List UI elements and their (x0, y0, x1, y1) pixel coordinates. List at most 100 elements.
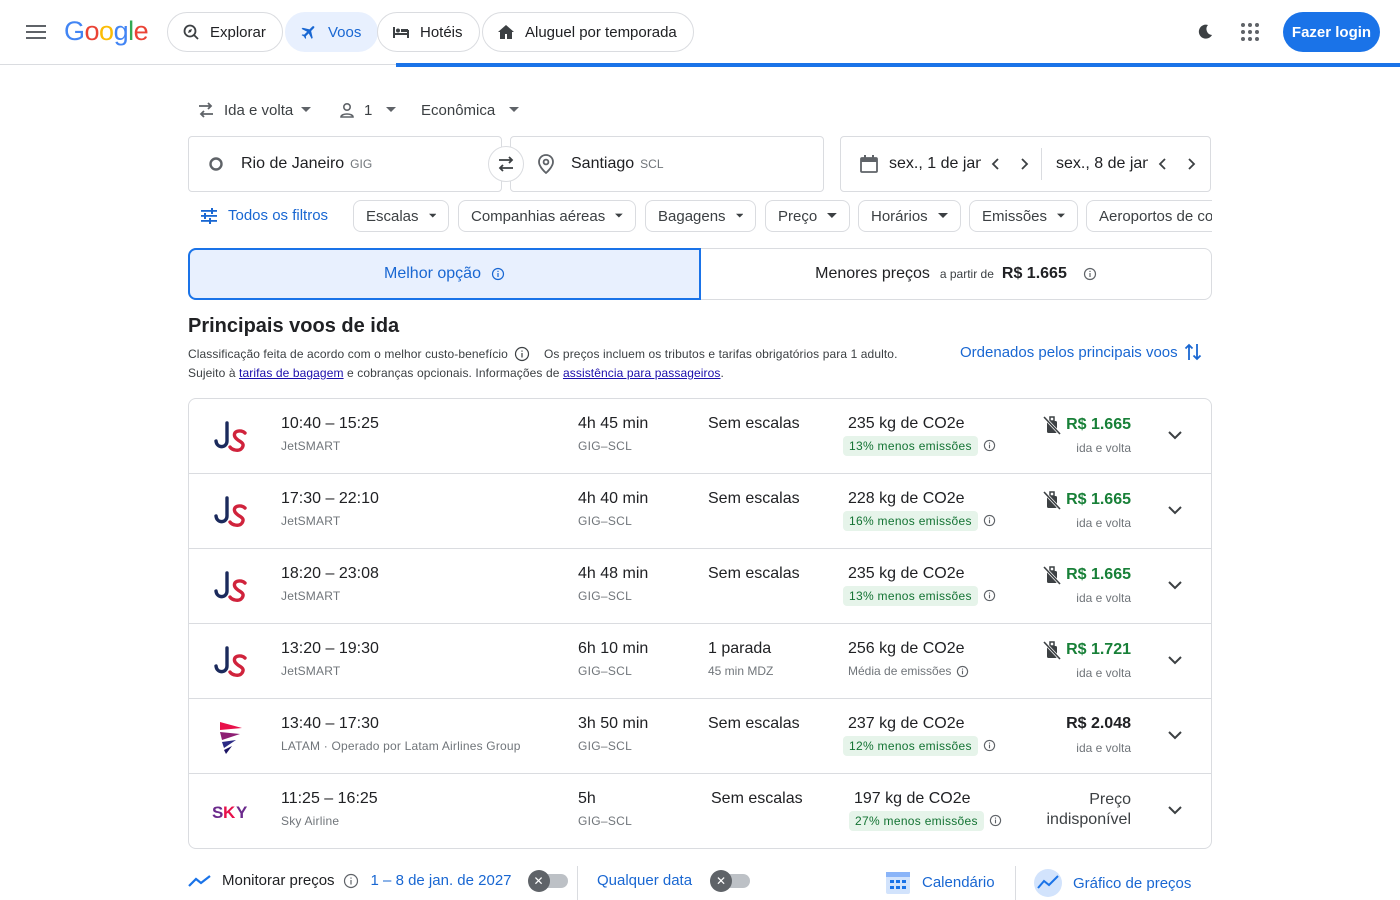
co2-emissions: 256 kg de CO2e (848, 640, 965, 657)
info-icon[interactable] (1083, 267, 1097, 281)
baggage-fees-link[interactable]: tarifas de bagagem (239, 366, 344, 380)
expand-chevron-icon[interactable] (1165, 425, 1185, 445)
sort-button[interactable]: Ordenados pelos principais voos (960, 342, 1202, 362)
flight-row[interactable]: 13:20 – 19:30 JetSMART 6h 10 min GIG–SCL 1 p… (189, 624, 1211, 699)
flight-duration: 4h 40 min (578, 490, 649, 507)
flight-price: R$ 1.665 (1066, 491, 1131, 508)
filter-emissions-label: Emissões (982, 207, 1048, 225)
filter-stops[interactable]: Escalas (353, 200, 449, 232)
depart-next-icon[interactable] (1019, 157, 1029, 171)
trip-type-select[interactable]: Ida e volta (196, 100, 312, 120)
nav-hotels[interactable]: Hotéis (377, 12, 480, 52)
ranking-note: Classificação feita de acordo com o melh… (188, 346, 898, 362)
dropdown-arrow-icon (735, 213, 743, 218)
dropdown-arrow-icon (937, 213, 948, 218)
price-trip-type: ida e volta (1076, 591, 1131, 605)
any-date-toggle[interactable]: ✕ (710, 869, 751, 892)
nav-vacation-rentals[interactable]: Aluguel por temporada (482, 12, 694, 52)
dark-theme-icon[interactable] (1195, 22, 1215, 42)
cabin-class-select[interactable]: Econômica (421, 100, 520, 120)
dates-field[interactable]: sex., 1 de jan sex., 8 de jan (840, 136, 1211, 192)
info-icon[interactable] (956, 665, 969, 678)
all-filters-button[interactable]: Todos os filtros (200, 207, 328, 224)
flight-price: R$ 1.721 (1066, 641, 1131, 658)
expand-chevron-icon[interactable] (1165, 800, 1185, 820)
logo-letter: o (99, 16, 114, 46)
flight-duration: 4h 48 min (578, 565, 649, 582)
filter-airlines[interactable]: Companhias aéreas (458, 200, 636, 232)
origin-city: Rio de Janeiro (241, 155, 345, 172)
login-button[interactable]: Fazer login (1283, 12, 1380, 52)
info-icon[interactable] (983, 439, 996, 452)
destination-field[interactable]: Santiago SCL (510, 136, 824, 192)
expand-chevron-icon[interactable] (1165, 650, 1185, 670)
jetsmart-logo (211, 567, 251, 607)
flight-price-group: R$ 1.665 (1042, 490, 1131, 510)
info-icon[interactable] (343, 873, 359, 889)
all-filters-label: Todos os filtros (228, 207, 329, 224)
tab-best-label: Melhor opção (384, 265, 481, 282)
depart-date[interactable]: sex., 1 de jan (889, 155, 981, 173)
passengers-select[interactable]: 1 (338, 100, 397, 120)
filter-price[interactable]: Preço (765, 200, 850, 232)
airline-name: JetSMART (281, 664, 341, 678)
tab-best-option[interactable]: Melhor opção (188, 248, 701, 300)
passengers-value: 1 (364, 101, 373, 119)
sky-logo: SKY (211, 792, 251, 832)
dropdown-arrow-icon (509, 107, 520, 112)
nav-vacation-rentals-label: Aluguel por temporada (525, 23, 677, 41)
return-next-icon[interactable] (1186, 157, 1196, 171)
info-icon[interactable] (983, 589, 996, 602)
flight-row[interactable]: S K Y 11:25 – 16:25 Sky Airline 5h GIG–SCL Sem … (189, 774, 1211, 848)
tab-cheapest-price: R$ 1.665 (1001, 265, 1067, 282)
filter-airports[interactable]: Aeroportos de co (1086, 200, 1212, 232)
expand-chevron-icon[interactable] (1165, 575, 1185, 595)
google-logo[interactable]: Google (64, 16, 149, 47)
apps-grid-icon[interactable] (1240, 22, 1260, 42)
house-icon (498, 25, 514, 39)
info-icon[interactable] (983, 739, 996, 752)
flight-row[interactable]: 17:30 – 22:10 JetSMART 4h 40 min GIG–SCL Sem… (189, 474, 1211, 549)
swap-button[interactable] (488, 146, 524, 182)
trending-icon (188, 874, 211, 887)
jetsmart-logo (211, 642, 251, 682)
airline-name: JetSMART (281, 439, 341, 453)
baggage-note: Sujeito à tarifas de bagagem e cobranças… (188, 366, 724, 380)
tab-cheapest[interactable]: Menores preços a partir de R$ 1.665 (701, 249, 1211, 299)
logo-letter: e (133, 16, 149, 46)
info-icon[interactable] (491, 267, 505, 281)
expand-chevron-icon[interactable] (1165, 725, 1185, 745)
filter-bags[interactable]: Bagagens (645, 200, 756, 232)
calendar-button[interactable]: Calendário (884, 868, 995, 896)
flight-stops: Sem escalas (708, 415, 800, 432)
round-trip-icon (199, 102, 213, 118)
origin-field[interactable]: Rio de Janeiro GIG (188, 136, 502, 192)
emissions-badge: 16% menos emissões (843, 511, 978, 531)
info-icon[interactable] (989, 814, 1002, 827)
flight-route: GIG–SCL (578, 664, 633, 678)
price-graph-label: Gráfico de preços (1073, 874, 1192, 892)
flight-row[interactable]: 10:40 – 15:25 JetSMART 4h 45 min GIG–SCL Sem… (189, 399, 1211, 474)
expand-chevron-icon[interactable] (1165, 500, 1185, 520)
filter-times[interactable]: Horários (858, 200, 961, 232)
return-date[interactable]: sex., 8 de jan (1056, 155, 1148, 173)
track-dates-toggle[interactable]: ✕ (527, 869, 568, 892)
flight-row[interactable]: 18:20 – 23:08 JetSMART 4h 48 min GIG–SCL Sem… (189, 549, 1211, 624)
info-icon[interactable] (514, 346, 530, 362)
price-graph-button[interactable]: Gráfico de preços (1033, 868, 1191, 898)
price-graph-icon (1034, 869, 1062, 897)
svg-text:K: K (223, 803, 236, 822)
main-menu-icon[interactable] (24, 22, 48, 42)
info-icon[interactable] (983, 514, 996, 527)
depart-prev-icon[interactable] (991, 157, 1001, 171)
filter-emissions[interactable]: Emissões (969, 200, 1078, 232)
airline-name: JetSMART (281, 589, 341, 603)
nav-flights[interactable]: Voos (285, 12, 379, 52)
nav-explore[interactable]: Explorar (167, 12, 283, 52)
flight-row[interactable]: 13:40 – 17:30 LATAM · Operado por Latam A… (189, 699, 1211, 774)
passenger-assistance-link[interactable]: assistência para passageiros (563, 366, 721, 380)
jetsmart-logo (211, 417, 251, 457)
return-prev-icon[interactable] (1158, 157, 1168, 171)
filter-airports-label: Aeroportos de co (1099, 207, 1212, 225)
location-pin-icon (538, 154, 554, 174)
